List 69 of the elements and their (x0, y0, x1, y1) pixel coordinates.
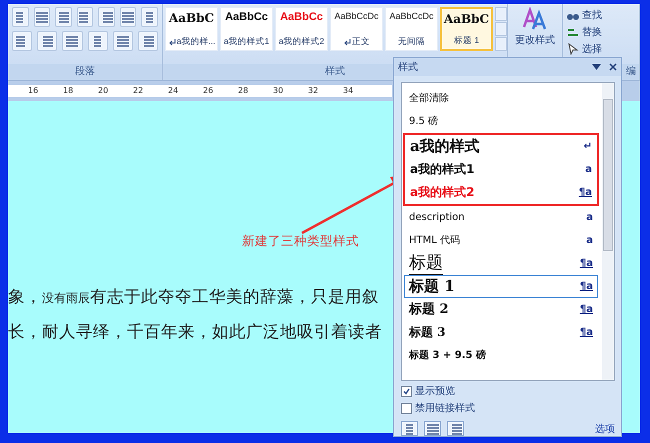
style-list-item[interactable]: 标题 3 + 9.5 磅 (404, 344, 598, 367)
toolbar-button[interactable] (37, 31, 58, 51)
change-styles-button[interactable]: 更改样式 (508, 4, 562, 54)
toolbar-button[interactable] (62, 31, 83, 51)
edit-button[interactable]: 选择 (566, 41, 635, 56)
toolbar-button[interactable] (120, 7, 136, 27)
toolbar-button[interactable] (138, 31, 158, 51)
checkbox-option[interactable]: 禁用链接样式 (401, 401, 621, 415)
document-text: 象，没有雨辰有志于此夺夺工华美的辞藻，只是用叙 (8, 286, 379, 308)
checkbox-option[interactable]: 显示预览 (401, 384, 621, 398)
style-type-mark: ↵ (584, 140, 592, 152)
style-list-item[interactable]: 标题 ¶a (404, 252, 598, 275)
scrollbar[interactable] (602, 82, 614, 380)
style-type-mark: a (585, 164, 592, 175)
format-icon (426, 422, 440, 434)
style-type-mark: ¶a (580, 280, 593, 292)
pane-tool-button[interactable] (447, 421, 464, 436)
style-gallery-item[interactable]: AaBbCc a我的样式2 (275, 7, 328, 51)
style-gallery-item[interactable]: AaBbCcDc 无间隔 (385, 7, 438, 51)
style-list-item[interactable]: a我的样式 ↵ (405, 134, 597, 158)
format-icon (56, 11, 70, 23)
style-list-item[interactable]: HTML 代码 a (404, 228, 598, 252)
toolbar-button[interactable] (55, 7, 72, 27)
checkbox[interactable] (401, 402, 412, 414)
format-icon (65, 35, 80, 47)
group-label: 段落 (8, 64, 162, 80)
toolbar-button[interactable] (141, 7, 158, 27)
style-list-item[interactable]: 标题 3 ¶a (404, 320, 598, 344)
document-text: 长，耐人寻绎，千百年来，如此广泛地吸引着读者 (8, 321, 382, 342)
style-type-mark: ¶a (580, 258, 593, 269)
annotation-text: 新建了三种类型样式 (242, 233, 359, 250)
style-list-item[interactable]: a我的样式2 ¶a (405, 180, 597, 204)
format-icon (40, 35, 54, 47)
edit-button[interactable]: 查找 (566, 7, 635, 22)
style-type-mark: a (586, 234, 593, 246)
style-type-mark: ¶a (580, 304, 593, 315)
style-type-mark: ¶a (578, 186, 592, 198)
toolbar-button[interactable] (12, 7, 29, 27)
toolbar-button[interactable] (98, 7, 115, 27)
toolbar-button[interactable] (88, 31, 108, 51)
checkbox[interactable] (401, 386, 412, 396)
close-icon[interactable] (609, 62, 617, 71)
style-gallery-item[interactable]: AaBbCc a我的样式1 (220, 7, 273, 51)
style-gallery-item[interactable]: AaBbCcDc 正文 (330, 7, 383, 51)
format-icon (121, 11, 136, 23)
format-icon (116, 35, 130, 47)
style-list-item[interactable]: 全部清除 (404, 86, 598, 110)
style-list-item[interactable]: 标题 1 ¶a (404, 274, 598, 298)
style-type-mark: ¶a (580, 326, 593, 338)
format-icon (34, 11, 49, 23)
toolbar-button[interactable] (12, 31, 32, 51)
style-gallery-item[interactable]: AaBbC a我的样... (165, 7, 218, 51)
pane-tool-button[interactable] (424, 421, 441, 436)
dropdown-icon[interactable] (592, 64, 601, 70)
style-gallery-item[interactable]: AaBbC 标题 1 (440, 7, 493, 51)
style-list-item[interactable]: a我的样式1 a (405, 158, 597, 181)
style-list-item[interactable]: 9.5 磅 (404, 110, 598, 133)
letters-icon (522, 7, 548, 31)
pane-tool-button[interactable] (401, 421, 418, 436)
style-list-item[interactable]: description a (404, 206, 598, 229)
style-type-mark: a (586, 212, 593, 223)
cursor-icon (566, 42, 579, 54)
toolbar-button[interactable] (34, 7, 50, 27)
options-link[interactable]: 选项 (595, 422, 615, 436)
toolbar-button[interactable] (76, 7, 94, 27)
toolbar-button[interactable] (112, 31, 133, 51)
ruler: 16 18 20 22 24 26 28 30 32 34 (8, 85, 392, 97)
style-list-item[interactable]: 标题 2 ¶a (404, 298, 598, 321)
edit-button[interactable]: 替换 (566, 24, 635, 39)
